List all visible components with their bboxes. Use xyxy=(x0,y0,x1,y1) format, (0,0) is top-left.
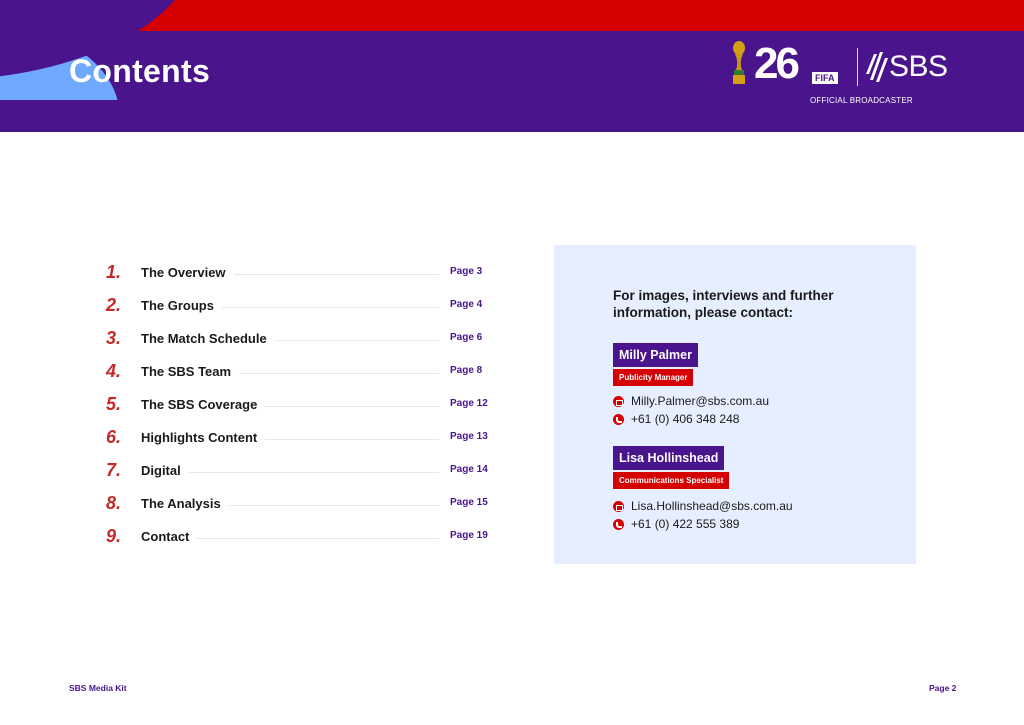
contact-phone[interactable]: +61 (0) 406 348 248 xyxy=(631,412,739,426)
toc-item[interactable]: 2. The Groups Page 4 xyxy=(106,295,496,319)
toc-item[interactable]: 7. Digital Page 14 xyxy=(106,460,496,484)
contact-email[interactable]: Lisa.Hollinshead@sbs.com.au xyxy=(631,499,793,513)
contact-role-badge: Communications Specialist xyxy=(613,472,730,489)
toc-item-label: The SBS Coverage xyxy=(141,397,266,412)
page-title: Contents xyxy=(69,53,211,89)
toc-item[interactable]: 9. Contact Page 19 xyxy=(106,526,496,550)
contact-name-badge: Lisa Hollinshead xyxy=(613,446,725,470)
phone-icon xyxy=(613,414,624,425)
page-header: Contents 26 FIFA SBS OFFICIAL BROADCASTE… xyxy=(0,0,1024,132)
broadcaster-name: SBS xyxy=(889,50,948,83)
toc-item-label: The Match Schedule xyxy=(141,331,275,346)
toc-item-number: 7. xyxy=(106,460,122,480)
toc-item-number: 6. xyxy=(106,427,122,447)
logo-divider xyxy=(857,48,858,86)
toc-item-number: 1. xyxy=(106,262,122,282)
toc-item-number: 8. xyxy=(106,493,122,513)
toc-item[interactable]: 5. The SBS Coverage Page 12 xyxy=(106,394,496,418)
year-mark: 26 xyxy=(754,39,800,88)
toc-item[interactable]: 4. The SBS Team Page 8 xyxy=(106,361,496,385)
toc-item-label: The Groups xyxy=(141,298,222,313)
toc-item-page[interactable]: Page 13 xyxy=(450,431,488,442)
broadcaster-logo: 26 FIFA SBS OFFICIAL BROADCASTER xyxy=(726,38,966,108)
contact-heading: For images, interviews and further infor… xyxy=(613,288,834,320)
toc-item[interactable]: 8. The Analysis Page 15 xyxy=(106,493,496,517)
footer-document-name: SBS Media Kit xyxy=(69,683,127,693)
toc-item-page[interactable]: Page 12 xyxy=(450,398,488,409)
phone-icon xyxy=(613,519,624,530)
toc-item-number: 3. xyxy=(106,328,122,348)
toc-item-page[interactable]: Page 15 xyxy=(450,497,488,508)
toc-item-label: The SBS Team xyxy=(141,364,240,379)
toc-item-label: Digital xyxy=(141,463,189,478)
toc-item-label: Contact xyxy=(141,529,198,544)
toc-item[interactable]: 3. The Match Schedule Page 6 xyxy=(106,328,496,352)
contact-panel: For images, interviews and further infor… xyxy=(554,245,916,564)
toc-item-page[interactable]: Page 3 xyxy=(450,266,482,277)
toc-item-page[interactable]: Page 8 xyxy=(450,365,482,376)
contact-email[interactable]: Milly.Palmer@sbs.com.au xyxy=(631,394,769,408)
toc-item-page[interactable]: Page 19 xyxy=(450,530,488,541)
toc-item-page[interactable]: Page 6 xyxy=(450,332,482,343)
toc-item-label: Highlights Content xyxy=(141,430,266,445)
sbs-logo-icon xyxy=(866,52,888,82)
toc-item-page[interactable]: Page 14 xyxy=(450,464,488,475)
footer-page-number: Page 2 xyxy=(929,683,957,693)
toc-item-number: 5. xyxy=(106,394,122,414)
toc-item-number: 4. xyxy=(106,361,122,381)
toc-item-page[interactable]: Page 4 xyxy=(450,299,482,310)
toc-item-number: 2. xyxy=(106,295,122,315)
toc-item[interactable]: 1. The Overview Page 3 xyxy=(106,262,496,286)
contact-phone[interactable]: +61 (0) 422 555 389 xyxy=(631,517,739,531)
broadcaster-tagline: OFFICIAL BROADCASTER xyxy=(810,96,913,105)
contact-role-badge: Publicity Manager xyxy=(613,369,694,386)
fifa-tag: FIFA xyxy=(812,72,838,84)
toc-item-label: The Analysis xyxy=(141,496,229,511)
toc-item-number: 9. xyxy=(106,526,122,546)
email-icon xyxy=(613,396,624,407)
email-icon xyxy=(613,501,624,512)
world-cup-trophy-icon xyxy=(733,41,745,84)
toc-item-label: The Overview xyxy=(141,265,234,280)
contact-name-badge: Milly Palmer xyxy=(613,343,698,367)
toc-item[interactable]: 6. Highlights Content Page 13 xyxy=(106,427,496,451)
